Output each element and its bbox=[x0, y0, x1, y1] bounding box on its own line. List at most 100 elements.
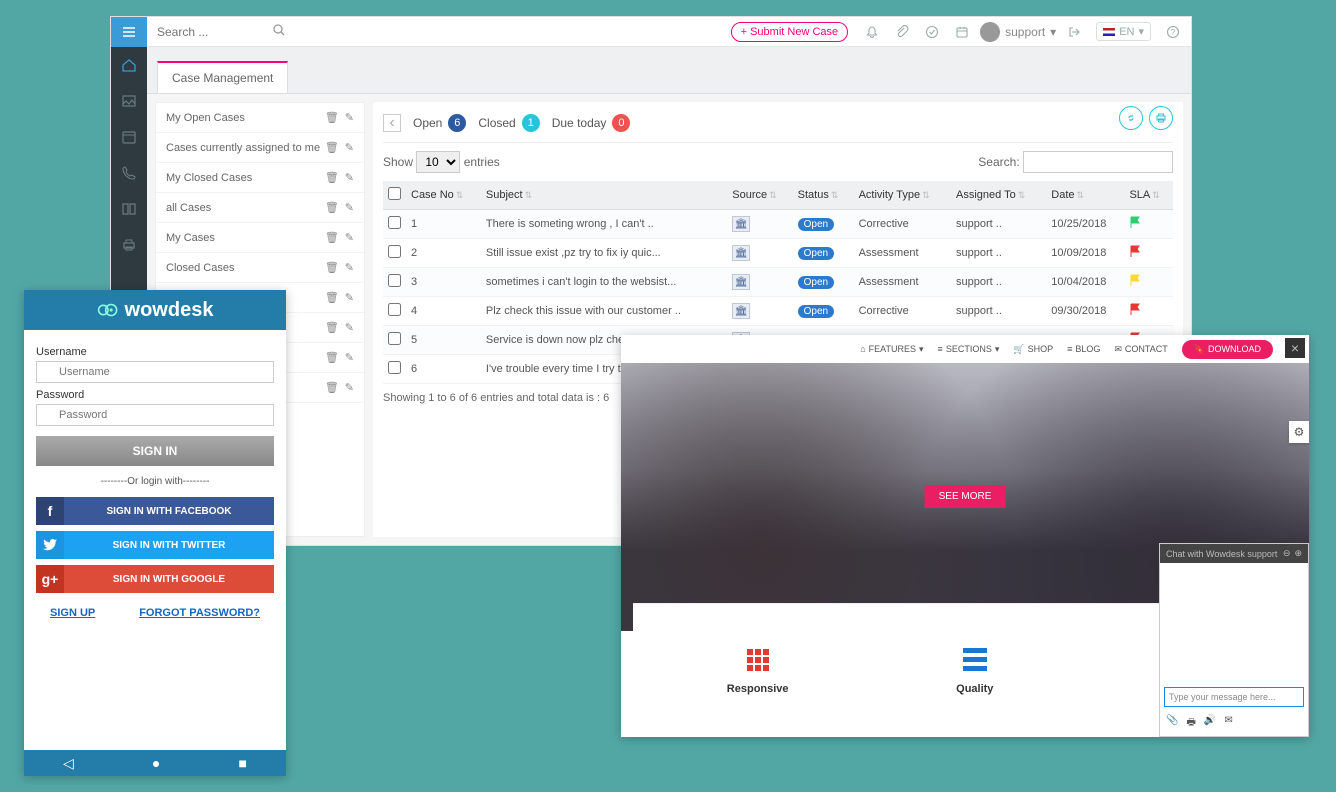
pill-due-today[interactable]: Due today0 bbox=[552, 114, 631, 132]
edit-icon[interactable]: ✎ bbox=[345, 261, 354, 274]
settings-side-icon[interactable]: ⚙ bbox=[1289, 421, 1309, 443]
chat-expand-icon[interactable]: ⊕ bbox=[1294, 548, 1302, 559]
chat-mail-icon[interactable]: ✉ bbox=[1224, 715, 1232, 732]
chat-header[interactable]: Chat with Wowdesk support ⊖⊕ bbox=[1160, 544, 1308, 563]
sign-in-button[interactable]: SIGN IN bbox=[36, 436, 274, 466]
edit-icon[interactable]: ✎ bbox=[345, 171, 354, 184]
delete-icon[interactable]: 🗑 bbox=[325, 261, 339, 274]
nav-phone-icon[interactable] bbox=[119, 163, 139, 183]
filter-row[interactable]: all Cases🗑✎ bbox=[156, 193, 364, 223]
chat-input[interactable]: Type your message here... bbox=[1164, 687, 1304, 707]
android-home-icon[interactable]: ● bbox=[152, 755, 160, 771]
submit-new-case-button[interactable]: + Submit New Case bbox=[731, 22, 849, 42]
row-checkbox[interactable] bbox=[388, 274, 401, 287]
tab-case-management[interactable]: Case Management bbox=[157, 61, 288, 93]
column-header[interactable]: Case No⇅ bbox=[406, 181, 481, 210]
delete-icon[interactable]: 🗑 bbox=[325, 111, 339, 124]
row-checkbox[interactable] bbox=[388, 303, 401, 316]
delete-icon[interactable]: 🗑 bbox=[325, 291, 339, 304]
nav-home-icon[interactable] bbox=[119, 55, 139, 75]
nav-sections[interactable]: ≡SECTIONS ▾ bbox=[938, 344, 1000, 355]
user-menu[interactable]: support ▾ bbox=[980, 22, 1056, 42]
filter-row[interactable]: Cases currently assigned to me🗑✎ bbox=[156, 133, 364, 163]
table-search-input[interactable] bbox=[1023, 151, 1173, 173]
password-input[interactable] bbox=[36, 404, 274, 426]
filter-row[interactable]: My Open Cases🗑✎ bbox=[156, 103, 364, 133]
google-signin-button[interactable]: g+SIGN IN WITH GOOGLE bbox=[36, 565, 274, 593]
nav-calendar-icon[interactable] bbox=[119, 127, 139, 147]
row-checkbox[interactable] bbox=[388, 332, 401, 345]
select-all-checkbox[interactable] bbox=[388, 187, 401, 200]
chat-sound-icon[interactable]: 🔊 bbox=[1204, 715, 1216, 732]
nav-image-icon[interactable] bbox=[119, 91, 139, 111]
android-recent-icon[interactable]: ■ bbox=[238, 755, 246, 771]
print-icon[interactable] bbox=[1149, 106, 1173, 130]
column-header[interactable]: Date⇅ bbox=[1046, 181, 1124, 210]
logout-icon[interactable] bbox=[1066, 24, 1082, 40]
language-selector[interactable]: EN ▾ bbox=[1096, 22, 1151, 41]
delete-icon[interactable]: 🗑 bbox=[325, 381, 339, 394]
nav-contact[interactable]: ✉CONTACT bbox=[1114, 344, 1167, 355]
twitter-signin-button[interactable]: SIGN IN WITH TWITTER bbox=[36, 531, 274, 559]
username-input[interactable] bbox=[36, 361, 274, 383]
column-header[interactable]: SLA⇅ bbox=[1124, 181, 1173, 210]
menu-toggle-button[interactable] bbox=[111, 17, 147, 47]
see-more-button[interactable]: SEE MORE bbox=[925, 485, 1006, 508]
nav-blog[interactable]: ≡BLOG bbox=[1067, 344, 1100, 354]
nav-print-icon[interactable] bbox=[119, 235, 139, 255]
bell-icon[interactable] bbox=[864, 24, 880, 40]
edit-icon[interactable]: ✎ bbox=[345, 381, 354, 394]
edit-icon[interactable]: ✎ bbox=[345, 201, 354, 214]
edit-icon[interactable]: ✎ bbox=[345, 111, 354, 124]
android-back-icon[interactable]: ◁ bbox=[63, 755, 74, 772]
table-row[interactable]: 4Plz check this issue with our customer … bbox=[383, 297, 1173, 326]
edit-icon[interactable]: ✎ bbox=[345, 231, 354, 244]
help-icon[interactable]: ? bbox=[1165, 24, 1181, 40]
chat-print-icon[interactable]: 🖶 bbox=[1186, 715, 1195, 732]
attachment-icon[interactable] bbox=[894, 24, 910, 40]
forgot-password-link[interactable]: FORGOT PASSWORD? bbox=[139, 607, 260, 619]
filter-row[interactable]: My Cases🗑✎ bbox=[156, 223, 364, 253]
nav-shop[interactable]: 🛒SHOP bbox=[1013, 344, 1053, 355]
filter-row[interactable]: My Closed Cases🗑✎ bbox=[156, 163, 364, 193]
back-icon[interactable]: ‹ bbox=[383, 114, 401, 132]
chat-minimize-icon[interactable]: ⊖ bbox=[1283, 548, 1291, 559]
row-checkbox[interactable] bbox=[388, 245, 401, 258]
pill-closed[interactable]: Closed1 bbox=[478, 114, 539, 132]
nav-features[interactable]: ⌂FEATURES ▾ bbox=[860, 344, 923, 355]
column-header[interactable]: Assigned To⇅ bbox=[951, 181, 1046, 210]
search-input[interactable] bbox=[157, 25, 267, 39]
delete-icon[interactable]: 🗑 bbox=[325, 201, 339, 214]
nav-book-icon[interactable] bbox=[119, 199, 139, 219]
delete-icon[interactable]: 🗑 bbox=[325, 351, 339, 364]
sign-up-link[interactable]: SIGN UP bbox=[50, 607, 95, 619]
link-icon[interactable] bbox=[1119, 106, 1143, 130]
chat-attach-icon[interactable]: 📎 bbox=[1166, 715, 1178, 732]
pill-open[interactable]: Open6 bbox=[413, 114, 466, 132]
close-icon[interactable]: × bbox=[1285, 338, 1305, 358]
edit-icon[interactable]: ✎ bbox=[345, 291, 354, 304]
page-size-select[interactable]: 10 bbox=[416, 151, 460, 173]
column-header[interactable]: Source⇅ bbox=[727, 181, 792, 210]
edit-icon[interactable]: ✎ bbox=[345, 141, 354, 154]
row-checkbox[interactable] bbox=[388, 361, 401, 374]
delete-icon[interactable]: 🗑 bbox=[325, 321, 339, 334]
delete-icon[interactable]: 🗑 bbox=[325, 171, 339, 184]
row-checkbox[interactable] bbox=[388, 216, 401, 229]
facebook-signin-button[interactable]: fSIGN IN WITH FACEBOOK bbox=[36, 497, 274, 525]
edit-icon[interactable]: ✎ bbox=[345, 321, 354, 334]
table-row[interactable]: 1There is someting wrong , I can't ..🏛Op… bbox=[383, 210, 1173, 239]
table-row[interactable]: 3sometimes i can't login to the websist.… bbox=[383, 268, 1173, 297]
delete-icon[interactable]: 🗑 bbox=[325, 141, 339, 154]
download-button[interactable]: 🔖DOWNLOAD bbox=[1182, 340, 1273, 359]
table-row[interactable]: 2Still issue exist ,pz try to fix iy qui… bbox=[383, 239, 1173, 268]
search-icon[interactable] bbox=[273, 24, 285, 39]
check-circle-icon[interactable] bbox=[924, 24, 940, 40]
filter-row[interactable]: Closed Cases🗑✎ bbox=[156, 253, 364, 283]
column-header[interactable]: Status⇅ bbox=[793, 181, 854, 210]
column-header[interactable]: Activity Type⇅ bbox=[854, 181, 951, 210]
edit-icon[interactable]: ✎ bbox=[345, 351, 354, 364]
calendar-icon[interactable] bbox=[954, 24, 970, 40]
column-header[interactable]: Subject⇅ bbox=[481, 181, 727, 210]
delete-icon[interactable]: 🗑 bbox=[325, 231, 339, 244]
